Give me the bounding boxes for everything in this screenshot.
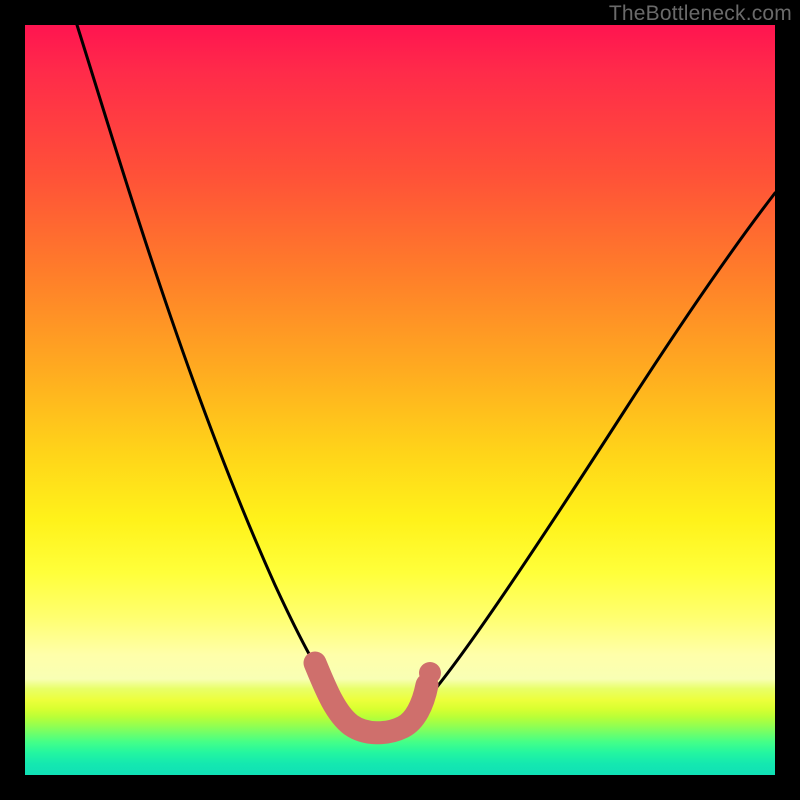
- bottleneck-curve: [77, 25, 775, 731]
- plot-area: [25, 25, 775, 775]
- chart-frame: TheBottleneck.com: [0, 0, 800, 800]
- watermark-text: TheBottleneck.com: [609, 2, 792, 26]
- bottom-marker: [315, 663, 427, 733]
- bottom-marker-dot: [419, 662, 441, 684]
- curve-layer: [25, 25, 775, 775]
